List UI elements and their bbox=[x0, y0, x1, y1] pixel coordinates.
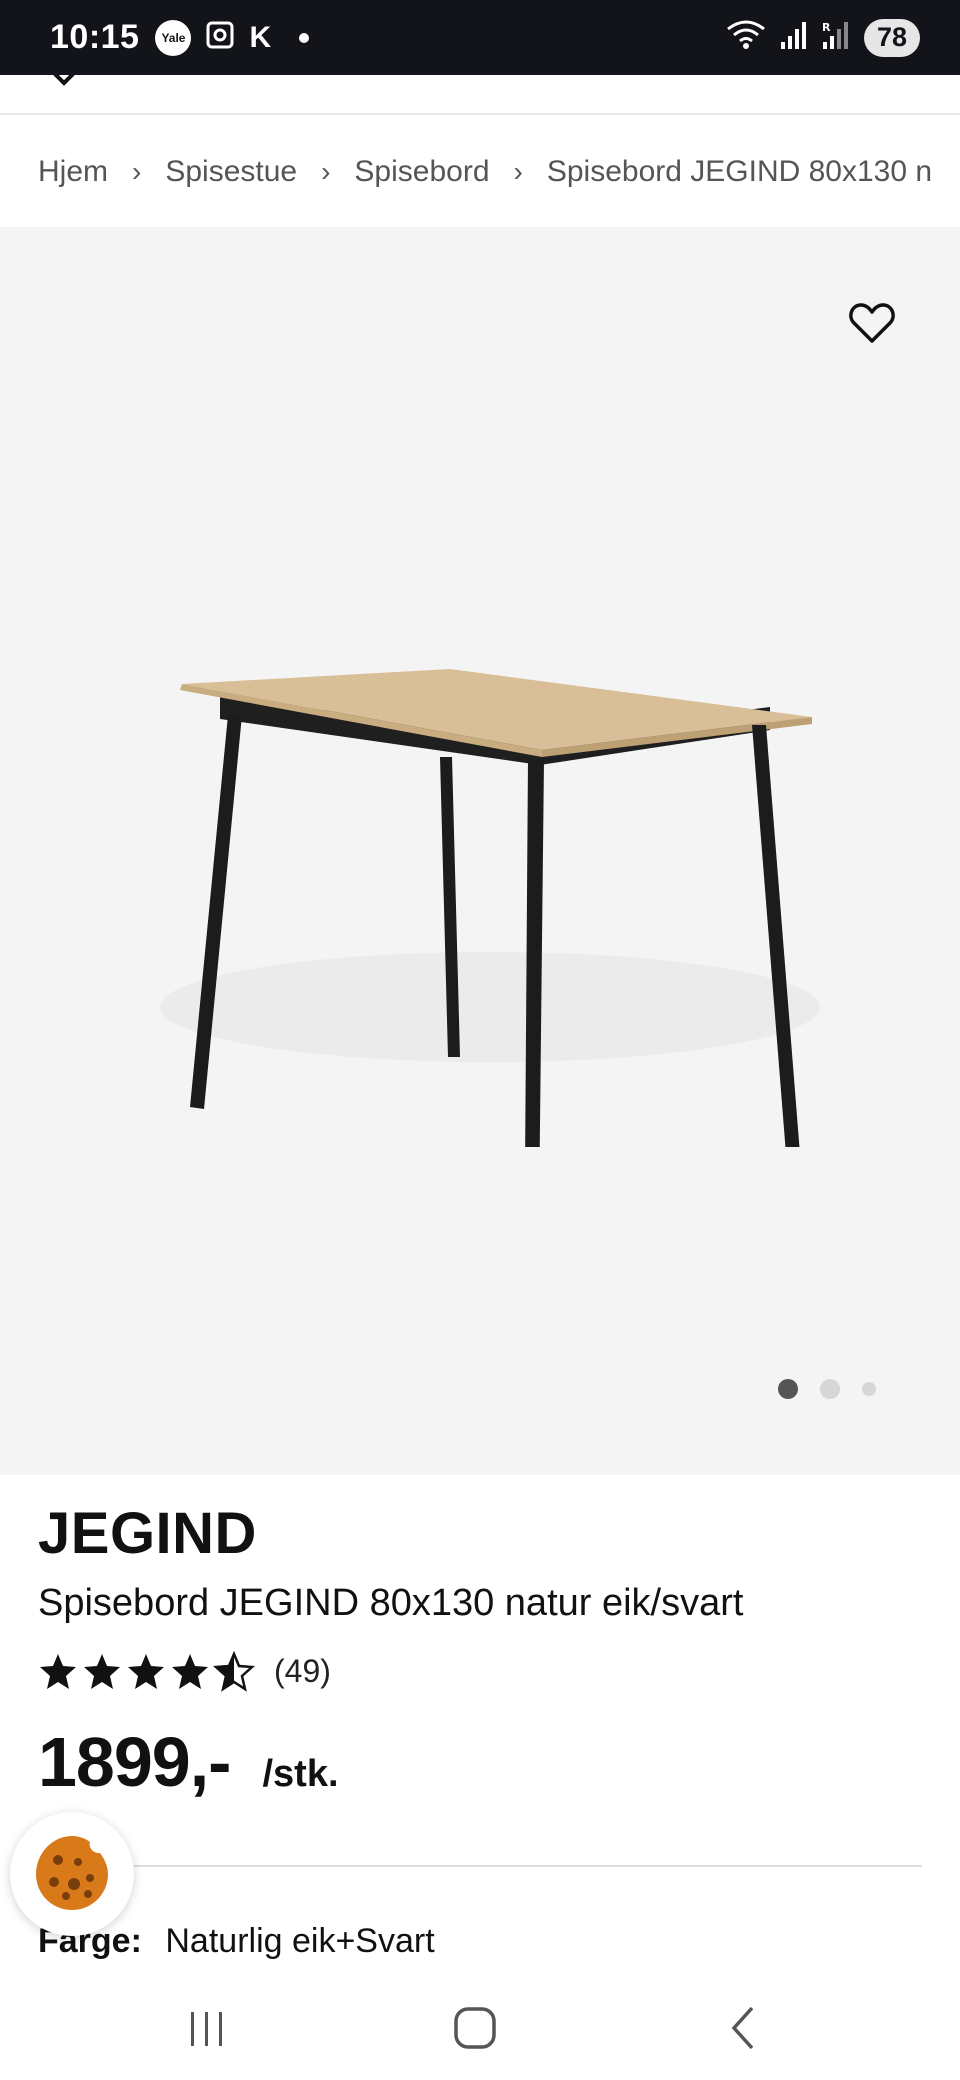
price-row: 1899,- /stk. bbox=[38, 1722, 339, 1802]
home-icon bbox=[454, 2007, 496, 2049]
back-icon bbox=[731, 2006, 754, 2050]
price-unit: /stk. bbox=[262, 1753, 339, 1795]
home-button[interactable] bbox=[445, 1998, 505, 2058]
gallery-dot-3[interactable] bbox=[862, 1382, 876, 1396]
breadcrumb-current-product: Spisebord JEGIND 80x130 n bbox=[546, 155, 933, 188]
more-notifications-dot-icon bbox=[299, 32, 310, 43]
cookie-icon bbox=[36, 1836, 108, 1910]
back-button[interactable] bbox=[714, 1998, 774, 2058]
svg-text:R: R bbox=[822, 21, 831, 34]
breadcrumb-separator-icon: › bbox=[513, 156, 523, 187]
signal-roaming-icon: R bbox=[822, 20, 850, 55]
wifi-icon bbox=[726, 19, 766, 56]
product-brand: JEGIND bbox=[38, 1501, 257, 1566]
product-price: 1899,- bbox=[38, 1723, 231, 1801]
status-bar: 10:15 Yale K R 78 bbox=[0, 0, 960, 75]
heart-outline-icon bbox=[849, 303, 895, 343]
favorite-button[interactable] bbox=[848, 299, 896, 347]
product-image-table bbox=[160, 669, 820, 1147]
yale-app-icon: Yale bbox=[155, 19, 192, 56]
battery-indicator: 78 bbox=[864, 18, 920, 57]
gallery-dot-1[interactable] bbox=[778, 1379, 798, 1399]
k-app-icon: K bbox=[249, 20, 272, 54]
breadcrumb-dining-room[interactable]: Spisestue bbox=[165, 155, 297, 189]
color-value: Naturlig eik+Svart bbox=[165, 1922, 435, 1960]
chevron-down-icon bbox=[53, 75, 75, 86]
breadcrumb-separator-icon: › bbox=[132, 156, 142, 187]
status-time: 10:15 bbox=[50, 18, 140, 56]
product-rating[interactable]: (49) bbox=[38, 1650, 331, 1692]
gallery-dot-2[interactable] bbox=[820, 1379, 840, 1399]
breadcrumb-separator-icon: › bbox=[321, 156, 331, 187]
review-count[interactable]: (49) bbox=[274, 1653, 331, 1690]
breadcrumb-dining-tables[interactable]: Spisebord bbox=[354, 155, 489, 189]
breadcrumb: Hjem › Spisestue › Spisebord › Spisebord… bbox=[0, 117, 960, 227]
screenshot-icon bbox=[205, 20, 235, 55]
breadcrumb-home[interactable]: Hjem bbox=[38, 155, 108, 189]
cookie-consent-button[interactable] bbox=[10, 1812, 134, 1936]
star-rating-icon bbox=[40, 1652, 254, 1691]
divider bbox=[38, 1865, 922, 1867]
recent-apps-icon bbox=[191, 2012, 222, 2046]
product-image-gallery[interactable] bbox=[0, 227, 960, 1475]
header-strip bbox=[0, 75, 960, 115]
system-nav-bar bbox=[0, 1970, 960, 2080]
status-notification-icons: Yale K bbox=[155, 19, 310, 56]
gallery-pagination bbox=[778, 1379, 876, 1399]
product-name: Spisebord JEGIND 80x130 natur eik/svart bbox=[38, 1582, 744, 1624]
recent-apps-button[interactable] bbox=[177, 1998, 237, 2058]
signal-icon bbox=[780, 20, 808, 55]
status-system-icons: R 78 bbox=[726, 18, 920, 57]
